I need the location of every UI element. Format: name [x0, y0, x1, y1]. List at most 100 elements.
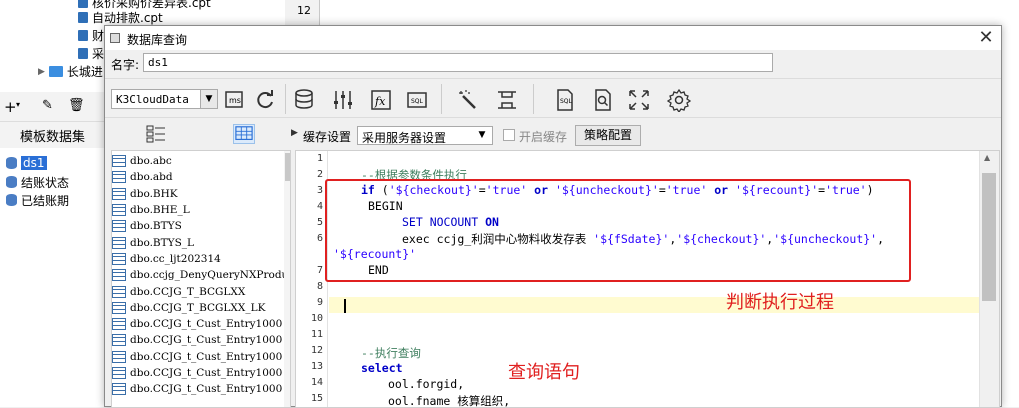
table-item[interactable]: dbo.BHK: [112, 186, 284, 202]
table-name: dbo.BTYS_L: [130, 236, 194, 249]
svg-text:SQL: SQL: [560, 98, 573, 105]
dataset-item[interactable]: 结账状态: [6, 173, 69, 191]
add-icon[interactable]: +: [4, 98, 17, 116]
line-number: 5: [316, 217, 323, 228]
scroll-up-icon[interactable]: ▲: [984, 153, 990, 162]
file-item[interactable]: 自动排款.cpt: [78, 9, 163, 26]
table-list-header: [111, 122, 291, 148]
refresh-icon[interactable]: [251, 86, 279, 114]
line-number: 10: [310, 313, 323, 324]
line-number: 4: [316, 201, 323, 212]
table-item[interactable]: dbo.abc: [112, 153, 284, 169]
table-icon: [112, 187, 126, 200]
table-list[interactable]: dbo.abc dbo.abd dbo.BHK dbo.BHE_L dbo.BTYS db…: [111, 150, 291, 408]
line-number: 8: [316, 281, 323, 292]
table-name: dbo.abd: [130, 171, 173, 184]
table-item[interactable]: dbo.CCJG_t_Cust_Entry1000: [112, 381, 284, 397]
expand-icon[interactable]: [493, 86, 521, 114]
database-icon: [6, 176, 17, 188]
table-item[interactable]: dbo.cc_ljt202314: [112, 251, 284, 267]
table-item[interactable]: dbo.ccjg_DenyQueryNXProdu: [112, 267, 284, 283]
table-name: dbo.CCJG_T_BCGLXX_LK: [130, 301, 266, 314]
annotation-query-label: 查询语句: [508, 362, 580, 383]
text-caret: [344, 299, 346, 313]
table-name: dbo.abc: [130, 155, 172, 168]
enable-cache-checkbox[interactable]: [503, 129, 515, 141]
fullscreen-icon[interactable]: [625, 86, 653, 114]
line-number: 7: [316, 265, 323, 276]
file-icon: [78, 30, 88, 41]
table-icon: [112, 367, 126, 380]
chevron-down-icon[interactable]: ▼: [473, 127, 491, 144]
settings-icon[interactable]: [665, 86, 693, 114]
svg-text:ms: ms: [229, 96, 241, 105]
preview-icon[interactable]: [589, 86, 617, 114]
background-toolbar: + ▾ ✎ 🗑: [0, 92, 105, 122]
file-icon: [78, 48, 88, 59]
line-number: 12: [310, 345, 323, 356]
table-item[interactable]: dbo.CCJG_t_Cust_Entry1000: [112, 349, 284, 365]
dataset-item[interactable]: 已结账期: [6, 191, 69, 209]
chevron-right-icon: ▶: [38, 66, 45, 77]
sql-page-icon[interactable]: SQL: [551, 86, 579, 114]
table-item[interactable]: dbo.BTYS: [112, 218, 284, 234]
table-icon: [112, 318, 126, 331]
folder-item[interactable]: ▶ 长城进: [38, 63, 103, 80]
chevron-down-icon[interactable]: ▾: [16, 100, 20, 109]
scrollbar[interactable]: [284, 151, 290, 407]
new-query-icon[interactable]: ms: [221, 86, 249, 114]
database-sql-icon[interactable]: [291, 86, 319, 114]
connection-select[interactable]: K3CloudData: [111, 89, 206, 109]
table-item[interactable]: dbo.CCJG_T_BCGLXX_LK: [112, 300, 284, 316]
row-number: 12: [297, 4, 311, 17]
table-icon: [112, 252, 126, 265]
table-item[interactable]: dbo.BHE_L: [112, 202, 284, 218]
name-input[interactable]: ds1: [143, 53, 773, 72]
table-name: dbo.CCJG_t_Cust_Entry1000: [130, 350, 283, 363]
table-item[interactable]: dbo.CCJG_T_BCGLXX: [112, 283, 284, 299]
line-number: 6: [316, 233, 323, 244]
delete-icon[interactable]: 🗑: [68, 98, 85, 113]
table-icon: [112, 383, 126, 396]
chevron-right-icon[interactable]: ▶: [291, 128, 298, 138]
code-line: ool.fname 核算组织,: [388, 394, 511, 408]
sql-icon[interactable]: SQL: [403, 86, 431, 114]
line-number: 11: [310, 329, 323, 340]
formula-icon[interactable]: fx: [367, 86, 395, 114]
table-icon: [112, 350, 126, 363]
table-item[interactable]: dbo.abd: [112, 169, 284, 185]
table-item[interactable]: dbo.CCJG_t_Cust_Entry1000: [112, 332, 284, 348]
table-item[interactable]: dbo.CCJG_t_Cust_Entry1000: [112, 316, 284, 332]
annotation-box: [325, 179, 911, 282]
close-button[interactable]: ✕: [975, 26, 997, 50]
parameters-icon[interactable]: [329, 86, 357, 114]
magic-wand-icon[interactable]: [455, 86, 483, 114]
enable-cache-label: 开启缓存: [519, 130, 568, 144]
table-name: dbo.ccjg_DenyQueryNXProdu: [130, 269, 284, 282]
file-item[interactable]: 采: [78, 45, 104, 62]
list-view-icon[interactable]: [145, 124, 167, 144]
policy-config-button[interactable]: 策略配置: [575, 125, 641, 146]
dataset-item[interactable]: ds1: [6, 154, 47, 172]
chevron-down-icon[interactable]: ▼: [200, 89, 218, 109]
svg-text:SQL: SQL: [411, 98, 424, 105]
line-number: 13: [310, 361, 323, 372]
folder-icon: [48, 66, 63, 77]
table-name: dbo.BHK: [130, 187, 178, 200]
table-item[interactable]: dbo.CCJG_t_Cust_Entry1000: [112, 365, 284, 381]
file-icon: [78, 0, 88, 8]
file-item[interactable]: 财: [78, 27, 104, 44]
table-icon: [112, 171, 126, 184]
table-item[interactable]: dbo.BTYS_L: [112, 235, 284, 251]
code-line: ool.forgid,: [388, 377, 465, 391]
table-name: dbo.cc_ljt202314: [130, 252, 221, 265]
scrollbar-thumb[interactable]: [285, 153, 290, 181]
editor-scrollbar-thumb[interactable]: [982, 173, 996, 301]
table-name: dbo.CCJG_t_Cust_Entry1000: [130, 367, 283, 380]
annotation-judge-label: 判断执行过程: [726, 292, 834, 313]
edit-icon[interactable]: ✎: [42, 98, 53, 113]
dialog-titlebar[interactable]: 数据库查询 ✕: [105, 26, 1001, 50]
code-keyword: select: [361, 361, 403, 375]
table-icon: [112, 285, 126, 298]
grid-view-icon[interactable]: [233, 124, 255, 144]
